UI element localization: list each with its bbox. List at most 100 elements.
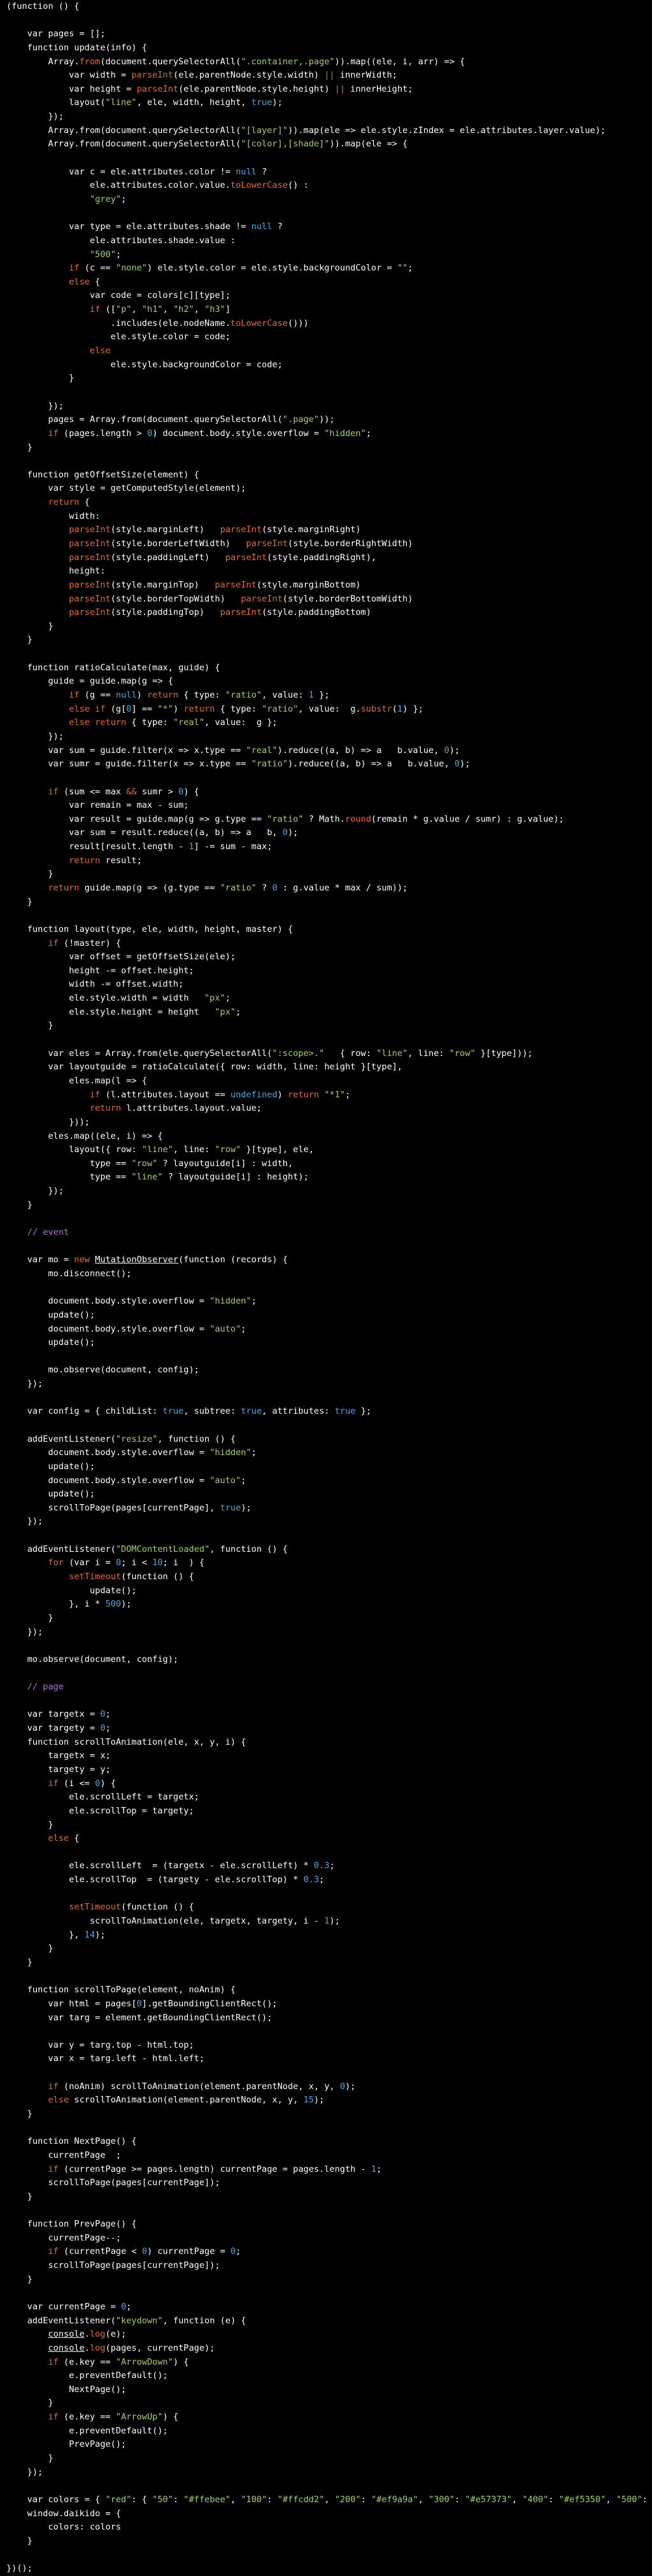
code-line: var sumr = guide.filter(x => x.type == "… bbox=[6, 757, 652, 771]
code-token: ; bbox=[241, 1475, 246, 1486]
code-token: var code = colors[c][type]; bbox=[6, 290, 230, 301]
code-line: setTimeout(function () { bbox=[6, 1570, 652, 1584]
code-token: (var i = bbox=[64, 1558, 116, 1568]
code-token: 10 bbox=[152, 1558, 163, 1568]
code-token: 0 bbox=[272, 883, 278, 893]
code-token: }; bbox=[313, 690, 330, 701]
code-line: var targety = 0; bbox=[6, 1722, 652, 1736]
code-line: function scrollToAnimation(ele, x, y, i)… bbox=[6, 1736, 652, 1750]
code-line: mo.disconnect(); bbox=[6, 1267, 652, 1281]
code-token: Array.from(document.querySelectorAll( bbox=[6, 139, 241, 150]
code-token: }[type])); bbox=[475, 1048, 533, 1059]
code-token: ; bbox=[251, 1447, 257, 1458]
code-token: (g[ bbox=[105, 703, 127, 714]
code-line: document.body.style.overflow = "auto"; bbox=[6, 1474, 652, 1488]
code-token: , function () { bbox=[157, 1433, 236, 1444]
code-line: // event bbox=[6, 1226, 652, 1240]
code-token: { row: bbox=[324, 1048, 377, 1059]
code-token: "auto" bbox=[209, 1475, 241, 1486]
code-token: () : bbox=[287, 180, 309, 191]
code-token: , bbox=[418, 2494, 429, 2505]
code-token: return bbox=[183, 703, 215, 714]
code-token: return bbox=[69, 855, 101, 866]
code-token: , value: g. bbox=[298, 703, 361, 714]
code-line: parseInt(style.borderLeftWidth) parseInt… bbox=[6, 537, 652, 551]
code-token: (pages, currentPage); bbox=[105, 2342, 215, 2353]
code-token: return bbox=[147, 690, 179, 701]
code-token: , ele, width, height, bbox=[136, 97, 252, 108]
code-token: null bbox=[115, 690, 137, 701]
code-token: ); bbox=[345, 2081, 356, 2092]
code-token: ] == bbox=[131, 703, 158, 714]
code-token: from bbox=[79, 56, 101, 67]
code-token: "*1" bbox=[324, 1089, 346, 1100]
code-token: addEventListener( bbox=[6, 2315, 116, 2326]
code-line: guide = guide.map(g => { bbox=[6, 675, 652, 689]
code-line: }); bbox=[6, 110, 652, 124]
code-line: } bbox=[6, 372, 652, 386]
code-token: "row" bbox=[131, 1158, 158, 1169]
code-line: ele.scrollLeft = targetx; bbox=[6, 1791, 652, 1805]
code-token: "grey" bbox=[89, 194, 122, 204]
code-line: Array.from(document.querySelectorAll(".c… bbox=[6, 55, 652, 69]
code-token: } bbox=[6, 373, 74, 384]
code-line: function NextPage() { bbox=[6, 2135, 652, 2149]
code-token: "300" bbox=[429, 2494, 455, 2505]
code-line: mo.observe(document, config); bbox=[6, 1653, 652, 1667]
code-token: 0 bbox=[141, 2246, 147, 2257]
code-line: eles.map((ele, i) => { bbox=[6, 1130, 652, 1144]
code-line: width -= offset.width; bbox=[6, 978, 652, 992]
code-token: }[type], ele, bbox=[241, 1144, 314, 1155]
code-token: (style.borderLeftWidth) bbox=[110, 538, 246, 549]
code-token: (noAnim) scrollToAnimation(element.paren… bbox=[58, 2081, 340, 2092]
code-token: (e.key == bbox=[58, 2412, 116, 2423]
code-token: "px" bbox=[215, 1006, 236, 1017]
code-token: ele.scrollLeft = (targetx - ele.scrollLe… bbox=[6, 1861, 314, 1871]
code-line: var currentPage = 0; bbox=[6, 2300, 652, 2314]
code-token: return bbox=[89, 1103, 122, 1114]
code-token: ele.style.width = width bbox=[6, 993, 204, 1004]
code-token: ) { bbox=[162, 2412, 179, 2423]
code-token: } bbox=[6, 1199, 32, 1210]
code-line: if (["p", "h1", "h2", "h3"] bbox=[6, 303, 652, 317]
code-token: : bbox=[173, 2494, 184, 2505]
code-line: }); bbox=[6, 1377, 652, 1391]
code-token: var width = bbox=[6, 70, 132, 81]
code-token: type == bbox=[6, 1172, 132, 1183]
code-line: ele.attributes.color.value.toLowerCase()… bbox=[6, 179, 652, 193]
code-token: ; bbox=[126, 2301, 132, 2312]
code-token: , bbox=[194, 304, 205, 315]
code-token: var mo = bbox=[6, 1255, 74, 1265]
code-token: function PrevPage() { bbox=[6, 2219, 137, 2230]
code-token: ; i < bbox=[121, 1558, 153, 1568]
code-token: return bbox=[287, 1089, 320, 1100]
code-token: true bbox=[251, 97, 273, 108]
code-line: function getOffsetSize(element) { bbox=[6, 468, 652, 482]
code-token: ; bbox=[365, 428, 371, 439]
code-token: ? layoutguide[i] : width, bbox=[157, 1158, 294, 1169]
code-line: ele.style.color = code; bbox=[6, 330, 652, 344]
code-line: var result = guide.map(g => g.type == "r… bbox=[6, 813, 652, 827]
code-token: 14 bbox=[84, 1929, 96, 1940]
code-token: , bbox=[230, 2494, 241, 2505]
code-line: var width = parseInt(ele.parentNode.styl… bbox=[6, 69, 652, 83]
code-token: ? bbox=[256, 166, 267, 177]
code-line: e.preventDefault(); bbox=[6, 2369, 652, 2383]
code-line: else return { type: "real", value: g }; bbox=[6, 716, 652, 730]
code-line: targetx = x; bbox=[6, 1749, 652, 1763]
code-editor[interactable]: (function () { var pages = []; function … bbox=[0, 0, 652, 2576]
code-token: return bbox=[48, 497, 80, 508]
code-token: ); bbox=[449, 745, 460, 756]
